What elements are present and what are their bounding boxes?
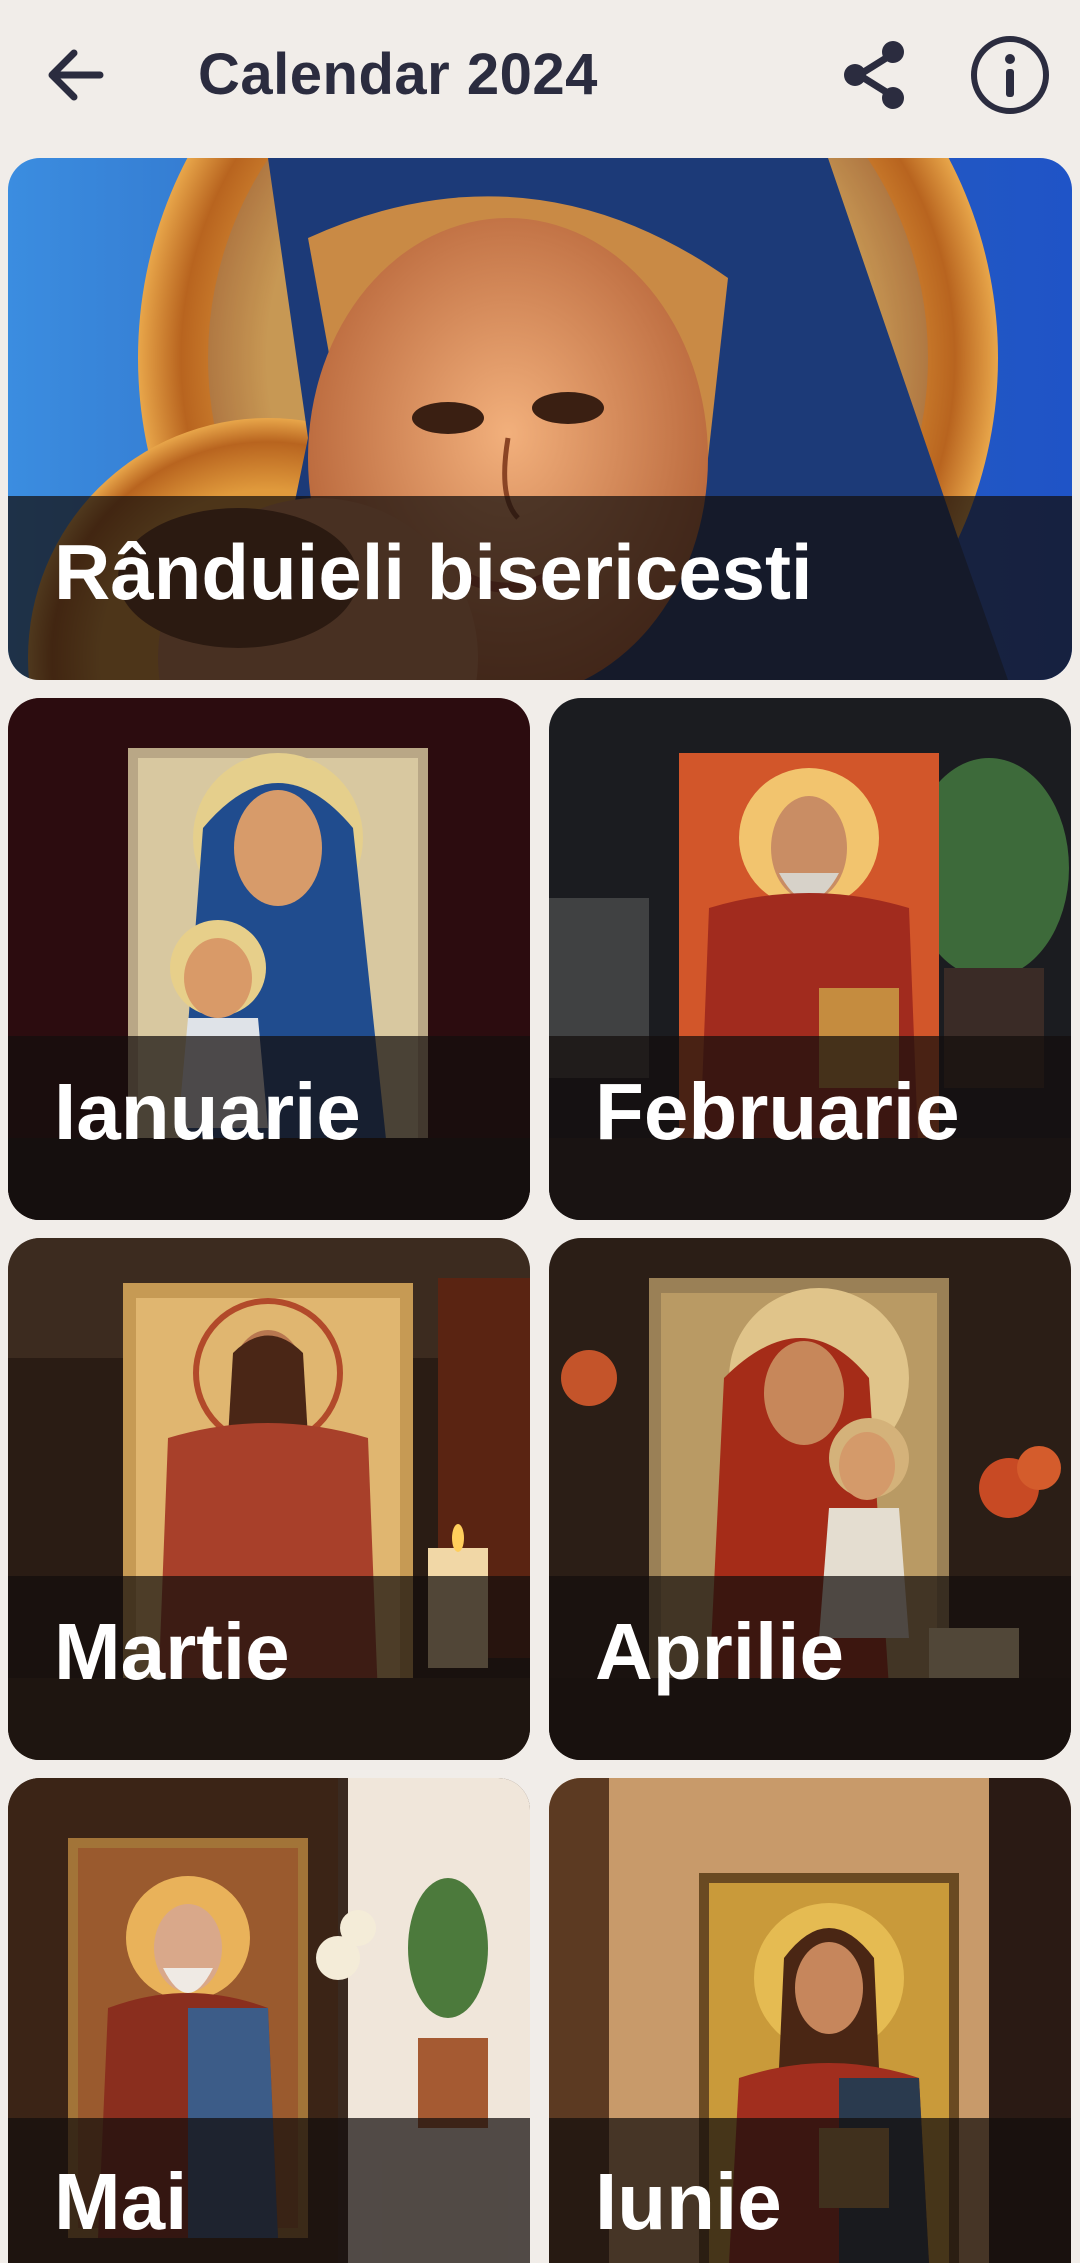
calendar-screen: Calendar 2024 Rânduieli bisericesti Ianu… bbox=[0, 0, 1080, 2263]
month-card-februarie[interactable]: Februarie bbox=[549, 698, 1071, 1220]
arrow-left-icon bbox=[48, 49, 104, 101]
share-button[interactable] bbox=[825, 25, 925, 125]
month-card-ianuarie[interactable]: Ianuarie bbox=[8, 698, 530, 1220]
card-label: Aprilie bbox=[595, 1607, 844, 1696]
card-label: Mai bbox=[54, 2157, 188, 2246]
card-label: Martie bbox=[54, 1607, 290, 1696]
top-app-bar: Calendar 2024 bbox=[0, 0, 1080, 150]
back-button[interactable] bbox=[26, 25, 126, 125]
card-label: Rânduieli bisericesti bbox=[54, 528, 813, 616]
month-card-mai[interactable]: Mai bbox=[8, 1778, 530, 2263]
card-label: Iunie bbox=[595, 2157, 782, 2246]
page-title: Calendar 2024 bbox=[198, 42, 598, 107]
church-rules-card[interactable]: Rânduieli bisericesti bbox=[8, 158, 1072, 680]
month-card-aprilie[interactable]: Aprilie bbox=[549, 1238, 1071, 1760]
share-icon bbox=[844, 41, 904, 109]
card-label: Ianuarie bbox=[54, 1067, 361, 1156]
month-card-iunie[interactable]: Iunie bbox=[549, 1778, 1071, 2263]
info-button[interactable] bbox=[960, 25, 1060, 125]
info-icon bbox=[971, 36, 1049, 114]
card-label: Februarie bbox=[595, 1067, 960, 1156]
month-card-martie[interactable]: Martie bbox=[8, 1238, 530, 1760]
